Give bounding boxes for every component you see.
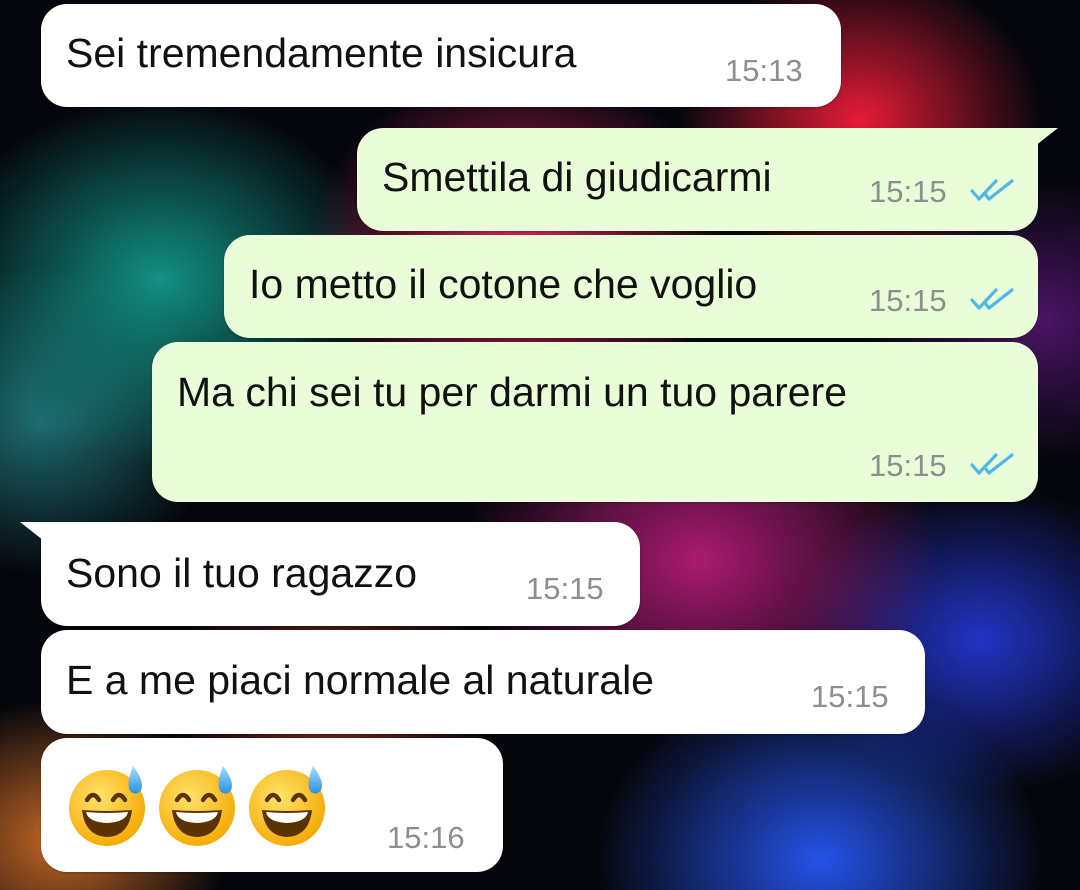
double-check-icon bbox=[970, 288, 1014, 310]
bubble-tail bbox=[20, 522, 48, 544]
message-time: 15:15 bbox=[811, 679, 889, 714]
message-time: 15:15 bbox=[526, 571, 604, 606]
message-time: 15:13 bbox=[725, 53, 803, 88]
message-time: 15:15 bbox=[869, 448, 947, 483]
message-time: 15:15 bbox=[869, 174, 947, 209]
message-text: Sono il tuo ragazzo bbox=[66, 550, 418, 596]
message-text: E a me piaci normale al naturale bbox=[66, 657, 654, 703]
message-text: Smettila di giudicarmi bbox=[382, 154, 772, 200]
grinning-face-with-sweat-emoji bbox=[69, 766, 145, 846]
double-check-icon bbox=[970, 179, 1014, 201]
message-time: 15:16 bbox=[387, 820, 465, 855]
message-time: 15:15 bbox=[869, 283, 947, 318]
message-text: Sei tremendamente insicura bbox=[66, 30, 577, 76]
message-text: Ma chi sei tu per darmi un tuo parere bbox=[177, 369, 847, 415]
message-text: Io metto il cotone che voglio bbox=[249, 261, 758, 307]
grinning-face-with-sweat-emoji bbox=[159, 766, 235, 846]
bubble-tail bbox=[1030, 128, 1058, 150]
double-check-icon bbox=[970, 453, 1014, 475]
grinning-face-with-sweat-emoji bbox=[249, 766, 325, 846]
